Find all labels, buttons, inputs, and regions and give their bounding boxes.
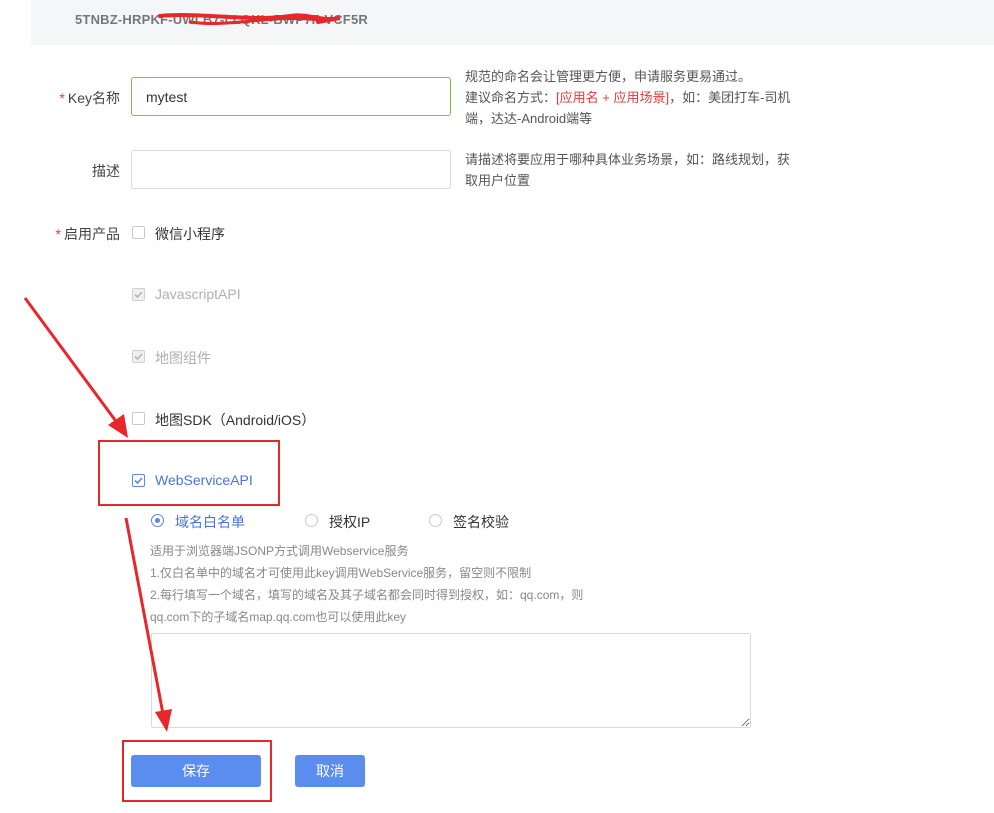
radio-signature-check[interactable]: [429, 514, 442, 527]
radio-label-signature-check: 签名校验: [453, 514, 509, 530]
product-label-wechat: 微信小程序: [155, 226, 225, 242]
radio-authorized-ip[interactable]: [305, 514, 318, 527]
radio-label-domain-whitelist: 域名白名单: [175, 514, 245, 530]
key-name-input[interactable]: [131, 77, 451, 116]
product-label-map-component: 地图组件: [155, 350, 211, 366]
webservice-description: 适用于浏览器端JSONP方式调用Webservice服务 1.仅白名单中的域名才…: [150, 544, 584, 624]
key-name-hint: 规范的命名会让管理更方便，申请服务更易通过。 建议命名方式：[应用名 + 应用场…: [465, 69, 791, 126]
api-key-text: 5TNBZ-HRPKF-UWLB7-LLQKL-BWP7F-VCF5R: [75, 12, 368, 27]
description-input[interactable]: [131, 150, 451, 189]
annotation-box-webserviceapi: [98, 440, 280, 506]
cancel-button[interactable]: 取消: [295, 755, 365, 787]
annotation-box-save: [122, 740, 272, 802]
description-hint: 请描述将要应用于哪种具体业务场景，如：路线规划，获 取用户位置: [465, 152, 791, 188]
product-label-javascriptapi: JavascriptAPI: [155, 286, 241, 302]
product-label-map-sdk: 地图SDK（Android/iOS）: [155, 412, 316, 428]
checkbox-javascriptapi: [132, 288, 145, 301]
checkbox-wechat-miniprogram[interactable]: [132, 226, 145, 239]
description-label: 描述: [92, 163, 120, 179]
products-label: * 启用产品: [55, 226, 120, 242]
radio-domain-whitelist[interactable]: [151, 514, 164, 527]
radio-label-authorized-ip: 授权IP: [329, 514, 371, 530]
checkbox-map-component: [132, 350, 145, 363]
annotation-arrow-to-webservice: [23, 297, 128, 438]
domain-whitelist-textarea[interactable]: [151, 633, 751, 728]
key-name-label: * Key名称: [59, 90, 120, 106]
checkbox-map-sdk[interactable]: [132, 412, 145, 425]
